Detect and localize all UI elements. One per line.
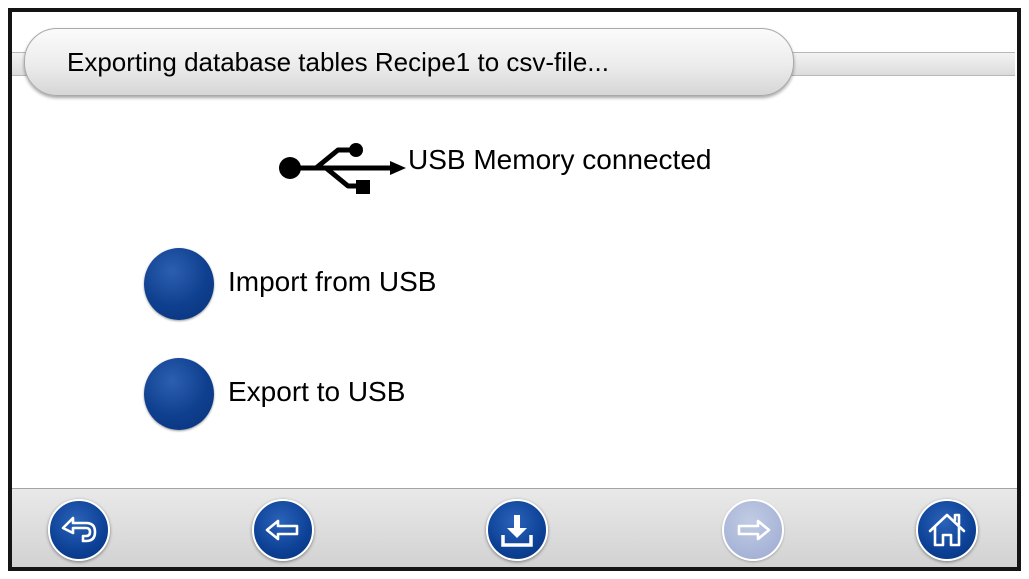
arrow-left-icon bbox=[265, 519, 299, 541]
download-button[interactable] bbox=[486, 499, 548, 561]
screen-frame: Exporting database tables Recipe1 to csv… bbox=[8, 8, 1021, 571]
import-label: Import from USB bbox=[228, 266, 437, 297]
download-icon bbox=[501, 515, 533, 547]
usb-status-text: USB Memory connected bbox=[408, 144, 712, 175]
back-button[interactable] bbox=[252, 499, 314, 561]
status-title: Exporting database tables Recipe1 to csv… bbox=[67, 47, 609, 77]
bottom-nav-bar bbox=[12, 488, 1017, 567]
return-icon bbox=[61, 516, 97, 543]
title-bar: Exporting database tables Recipe1 to csv… bbox=[12, 28, 1015, 98]
export-label: Export to USB bbox=[228, 376, 406, 407]
export-radio-button[interactable] bbox=[144, 358, 214, 430]
usb-icon bbox=[279, 143, 406, 194]
arrow-right-icon bbox=[737, 519, 771, 541]
home-icon bbox=[928, 513, 966, 547]
import-radio-button[interactable] bbox=[144, 248, 214, 320]
home-button[interactable] bbox=[916, 499, 978, 561]
return-button[interactable] bbox=[48, 499, 110, 561]
forward-button[interactable] bbox=[722, 499, 784, 561]
title-pill: Exporting database tables Recipe1 to csv… bbox=[24, 28, 794, 96]
